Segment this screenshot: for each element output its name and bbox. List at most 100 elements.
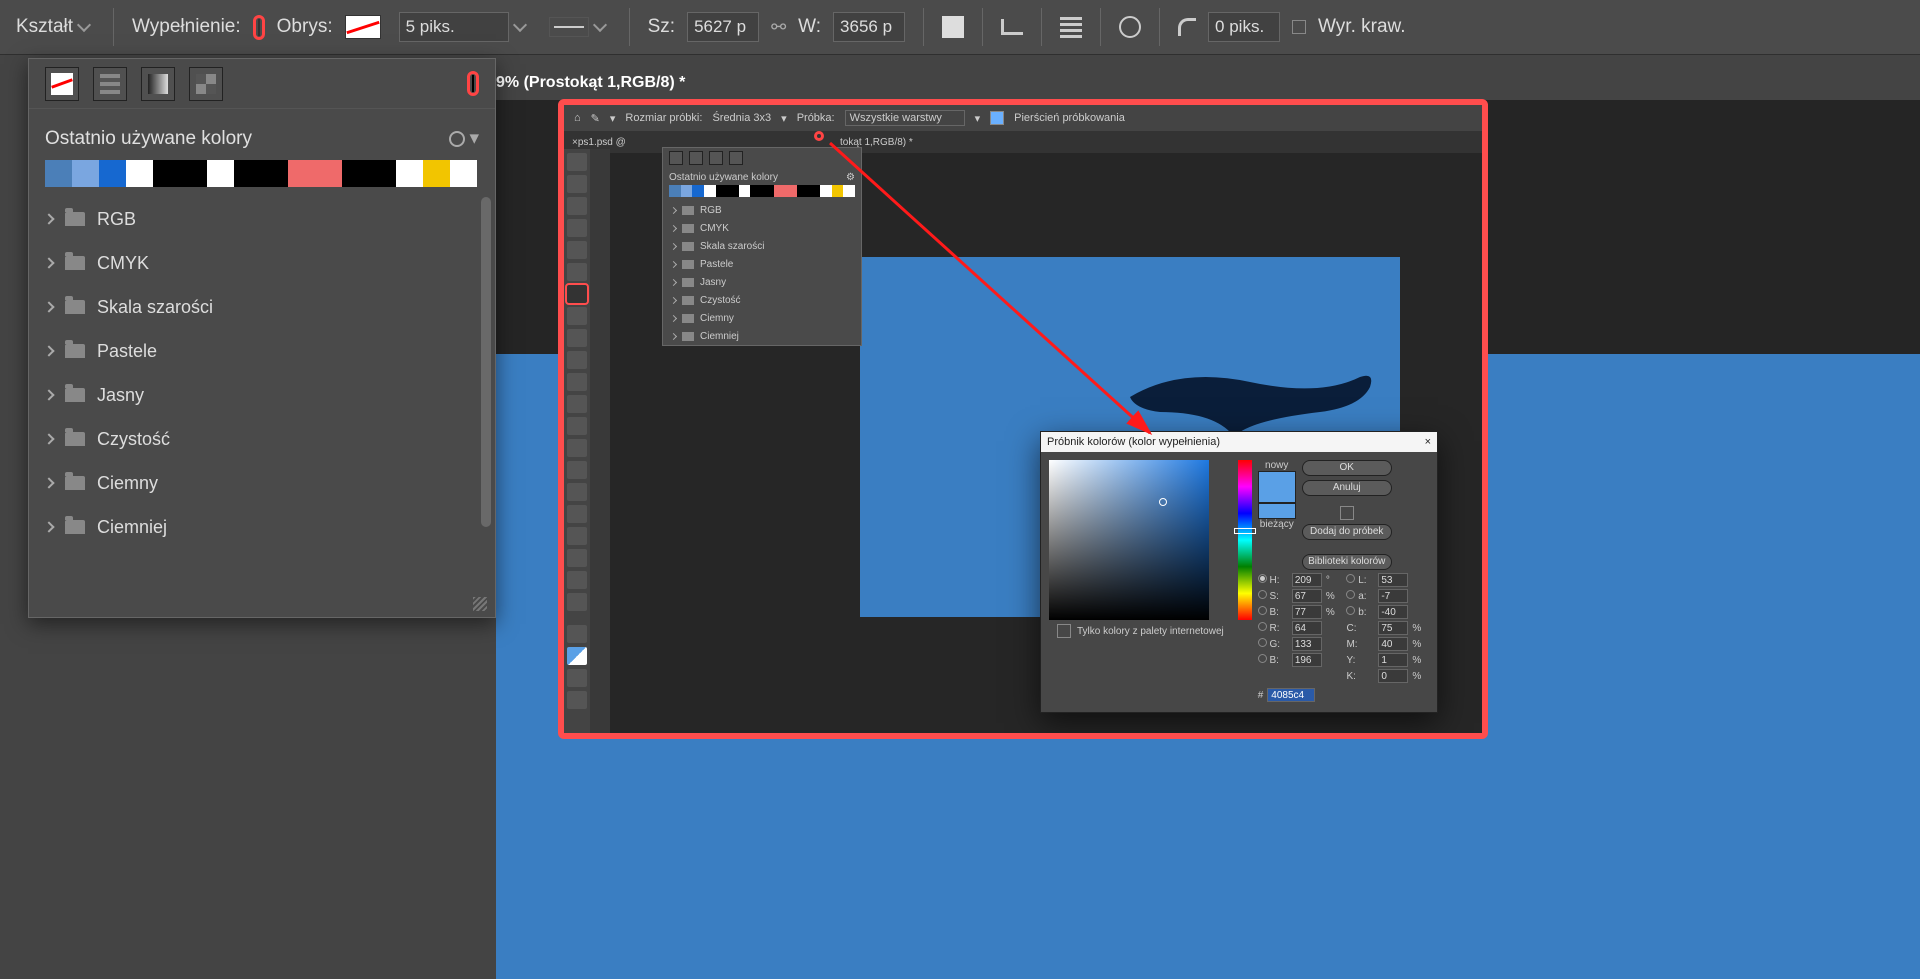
- swatch-folder[interactable]: Ciemny: [663, 309, 861, 327]
- path-select-icon[interactable]: [567, 527, 587, 545]
- hex-input[interactable]: [1267, 688, 1315, 702]
- cancel-button[interactable]: Anuluj: [1302, 480, 1392, 496]
- solid-fill-button[interactable]: [689, 151, 703, 165]
- gradient-fill-button[interactable]: [141, 67, 175, 101]
- h-radio[interactable]: [1258, 574, 1267, 583]
- dodge-tool-icon[interactable]: [567, 461, 587, 479]
- sample-layers-dropdown[interactable]: Wszystkie warstwy: [845, 110, 965, 126]
- stroke-style-dropdown[interactable]: [543, 13, 611, 41]
- color-swatch[interactable]: [716, 185, 728, 197]
- bch-input[interactable]: [1292, 653, 1322, 667]
- swatch-folder[interactable]: CMYK: [663, 219, 861, 237]
- sampling-ring-checkbox[interactable]: [990, 111, 1004, 125]
- eyedropper-tool-icon[interactable]: [567, 285, 587, 303]
- edit-toolbar-icon[interactable]: [567, 625, 587, 643]
- l-radio[interactable]: [1346, 574, 1355, 583]
- color-swatch[interactable]: [739, 185, 751, 197]
- color-swatch[interactable]: [45, 160, 72, 187]
- s-radio[interactable]: [1258, 590, 1267, 599]
- s-input[interactable]: [1292, 589, 1322, 603]
- fg-bg-swatch-icon[interactable]: [567, 647, 587, 665]
- color-swatch[interactable]: [785, 185, 797, 197]
- add-to-swatches-button[interactable]: Dodaj do próbek: [1302, 524, 1392, 540]
- color-swatch[interactable]: [153, 160, 180, 187]
- color-swatch[interactable]: [762, 185, 774, 197]
- color-swatch[interactable]: [727, 185, 739, 197]
- pattern-fill-button[interactable]: [189, 67, 223, 101]
- color-swatch[interactable]: [180, 160, 207, 187]
- g-radio[interactable]: [1258, 638, 1267, 647]
- close-icon[interactable]: ×: [1425, 436, 1431, 448]
- color-swatch[interactable]: [207, 160, 234, 187]
- gradient-fill-button[interactable]: [709, 151, 723, 165]
- shape-height-input[interactable]: [833, 12, 905, 42]
- swatch-folder[interactable]: Ciemniej: [45, 505, 485, 549]
- swatch-folder[interactable]: Jasny: [45, 373, 485, 417]
- color-swatch[interactable]: [774, 185, 786, 197]
- gear-icon[interactable]: ⚙: [846, 172, 855, 183]
- color-swatch[interactable]: [843, 185, 855, 197]
- heal-tool-icon[interactable]: [567, 307, 587, 325]
- h-input[interactable]: [1292, 573, 1322, 587]
- sample-size-value[interactable]: Średnia 3x3: [712, 112, 771, 124]
- home-icon[interactable]: ⌂: [574, 112, 581, 124]
- color-swatch[interactable]: [450, 160, 477, 187]
- panel-menu-icon[interactable]: ▾: [469, 127, 479, 150]
- gear-icon[interactable]: [449, 131, 465, 147]
- color-swatch[interactable]: [681, 185, 693, 197]
- hue-slider[interactable]: [1238, 460, 1252, 620]
- swatch-folder[interactable]: RGB: [663, 201, 861, 219]
- corner-radius-input[interactable]: [1208, 12, 1280, 42]
- m-input[interactable]: [1378, 637, 1408, 651]
- stroke-swatch-button[interactable]: [345, 15, 381, 39]
- brush-tool-icon[interactable]: [567, 329, 587, 347]
- web-colors-checkbox[interactable]: [1057, 624, 1071, 638]
- swatch-folder[interactable]: Ciemny: [45, 461, 485, 505]
- swatch-folder[interactable]: Ciemniej: [663, 327, 861, 345]
- eraser-tool-icon[interactable]: [567, 395, 587, 413]
- r-radio[interactable]: [1258, 622, 1267, 631]
- color-swatch[interactable]: [99, 160, 126, 187]
- hand-tool-icon[interactable]: [567, 571, 587, 589]
- wand-tool-icon[interactable]: [567, 219, 587, 237]
- link-wh-icon[interactable]: ⚯: [771, 17, 786, 38]
- resize-grip-icon[interactable]: [473, 597, 487, 611]
- swatch-folder[interactable]: Czystość: [45, 417, 485, 461]
- color-swatch[interactable]: [809, 185, 821, 197]
- shape-tool-icon[interactable]: [567, 549, 587, 567]
- color-swatch[interactable]: [820, 185, 832, 197]
- swatch-folder[interactable]: Skala szarości: [45, 285, 485, 329]
- swatch-folder[interactable]: Czystość: [663, 291, 861, 309]
- zoom-tool-icon[interactable]: [567, 593, 587, 611]
- stroke-width-dropdown[interactable]: [393, 8, 531, 46]
- marquee-tool-icon[interactable]: [567, 175, 587, 193]
- color-swatch[interactable]: [342, 160, 369, 187]
- lasso-tool-icon[interactable]: [567, 197, 587, 215]
- color-swatch[interactable]: [669, 185, 681, 197]
- color-swatch[interactable]: [126, 160, 153, 187]
- history-brush-icon[interactable]: [567, 373, 587, 391]
- c-input[interactable]: [1378, 621, 1408, 635]
- swatch-folder[interactable]: Pastele: [45, 329, 485, 373]
- solid-fill-button[interactable]: [93, 67, 127, 101]
- pattern-fill-button[interactable]: [729, 151, 743, 165]
- gear-icon[interactable]: [1119, 16, 1141, 38]
- move-tool-icon[interactable]: [567, 153, 587, 171]
- swatch-folder[interactable]: Skala szarości: [663, 237, 861, 255]
- arrange-icon[interactable]: [1060, 16, 1082, 38]
- blur-tool-icon[interactable]: [567, 439, 587, 457]
- a-radio[interactable]: [1346, 590, 1355, 599]
- path-ops-icon[interactable]: [942, 16, 964, 38]
- swatch-folders-list[interactable]: RGBCMYKSkala szarościPasteleJasnyCzystoś…: [29, 197, 495, 557]
- color-swatch[interactable]: [72, 160, 99, 187]
- current-color-swatch[interactable]: [1258, 503, 1296, 519]
- a-input[interactable]: [1378, 589, 1408, 603]
- stamp-tool-icon[interactable]: [567, 351, 587, 369]
- color-swatch[interactable]: [396, 160, 423, 187]
- color-swatch[interactable]: [832, 185, 844, 197]
- color-swatch[interactable]: [797, 185, 809, 197]
- color-swatch[interactable]: [261, 160, 288, 187]
- k-input[interactable]: [1378, 669, 1408, 683]
- color-swatch[interactable]: [692, 185, 704, 197]
- stroke-width-input[interactable]: [399, 12, 509, 42]
